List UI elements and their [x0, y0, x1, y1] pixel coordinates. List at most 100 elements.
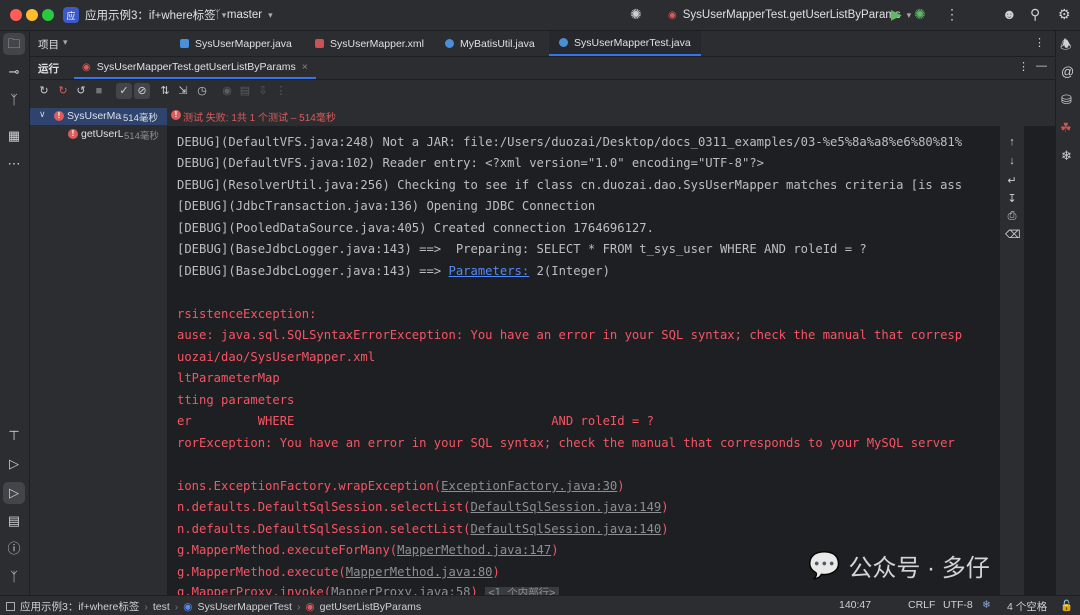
- breadcrumb-project[interactable]: 应用示例3：if+where标签: [20, 599, 139, 614]
- parameters-link[interactable]: Parameters:: [449, 264, 530, 278]
- run-icon[interactable]: ▶: [891, 6, 902, 23]
- watermark: 💬 公众号 · 多仔: [808, 548, 990, 583]
- console-text: ): [617, 479, 625, 493]
- debug-icon[interactable]: ✺: [914, 6, 926, 23]
- pull-request-icon[interactable]: ᛉ: [6, 92, 22, 108]
- camera-icon[interactable]: ◉: [220, 84, 234, 98]
- test-method-name[interactable]: getUserLi: [81, 128, 123, 140]
- test-class-name: SysUserMap: [67, 110, 122, 122]
- arrow-down-icon[interactable]: ↓: [1005, 155, 1019, 167]
- notifications-icon[interactable]: 🕭: [1060, 36, 1072, 58]
- scroll-to-end-icon[interactable]: ↧: [1005, 192, 1019, 205]
- rerun-icon[interactable]: ↻: [37, 84, 51, 98]
- editor-tabs-bar: 项目 ▾ SysUserMapper.java SysUserMapper.xm…: [30, 31, 1055, 57]
- problems-icon[interactable]: ⓘ: [6, 541, 22, 557]
- status-bar: 应用示例3：if+where标签 › test › ◉ SysUserMappe…: [0, 595, 1080, 615]
- tab-sysusermappertest-java[interactable]: SysUserMapperTest.java: [549, 31, 701, 56]
- indent-setting[interactable]: 4 个空格: [1007, 599, 1047, 614]
- add-user-icon[interactable]: ☻: [1002, 6, 1017, 22]
- chevron-right-icon: ›: [174, 600, 179, 613]
- git-icon[interactable]: ᛉ: [6, 569, 22, 585]
- folded-lines-hint[interactable]: <1 个内部行>: [485, 587, 559, 595]
- services-icon[interactable]: ▷: [6, 456, 22, 472]
- close-icon[interactable]: ×: [302, 61, 308, 73]
- cursor-position[interactable]: 140:47: [839, 599, 871, 611]
- gear-icon[interactable]: ⚙: [1058, 6, 1071, 23]
- history-icon[interactable]: ◷: [195, 84, 209, 98]
- print-icon[interactable]: ⎙: [1005, 210, 1019, 223]
- project-tool-label[interactable]: 项目 ▾: [38, 37, 68, 52]
- sort-alpha-icon[interactable]: ⇅: [158, 84, 172, 98]
- console-text: ): [661, 522, 669, 536]
- run-tool-icon[interactable]: ▷: [6, 485, 22, 501]
- stack-frame: g.MapperProxy.invoke(MapperProxy.java:58…: [177, 585, 559, 595]
- soft-wrap-icon[interactable]: ↵: [1005, 174, 1019, 187]
- maven-icon[interactable]: ☘: [1060, 120, 1072, 136]
- run-label: 运行: [38, 63, 59, 75]
- arrow-up-icon[interactable]: ↑: [1005, 136, 1019, 148]
- database-icon[interactable]: ⛁: [1061, 92, 1072, 108]
- tab-sysusermapper-xml[interactable]: SysUserMapper.xml: [305, 31, 434, 56]
- project-name: 应用示例3：if+where标签: [85, 10, 216, 22]
- branch-icon: ᛉ: [214, 9, 221, 21]
- folder-icon[interactable]: 🗀: [6, 36, 22, 52]
- close-window-button[interactable]: [10, 9, 22, 21]
- breadcrumb-test[interactable]: test: [153, 601, 170, 613]
- source-link[interactable]: MapperProxy.java:58: [331, 585, 470, 595]
- console-line: [DEBUG](BaseJdbcLogger.java:143) ==> Par…: [177, 264, 610, 278]
- lock-icon[interactable]: 🔓: [1060, 599, 1073, 612]
- console-line: DEBUG](DefaultVFS.java:102) Reader entry…: [177, 156, 764, 170]
- gradle-icon[interactable]: ❄: [1061, 148, 1072, 164]
- more-icon[interactable]: ⋮: [1018, 60, 1029, 73]
- console-text: n.defaults.DefaultSqlSession.selectList(: [177, 522, 471, 536]
- bug-icon[interactable]: ✺: [630, 6, 642, 23]
- terminal-icon[interactable]: ▤: [6, 513, 22, 529]
- minimize-window-button[interactable]: [26, 9, 38, 21]
- source-link[interactable]: DefaultSqlSession.java:149: [471, 500, 662, 514]
- console-text: [DEBUG](BaseJdbcLogger.java:143) ==>: [177, 264, 449, 278]
- left-tool-strip: 🗀 ⊸ ᛉ ▦ ⋯ ⊤ ▷ ▷ ▤ ⓘ ᛉ: [0, 31, 30, 595]
- console-line: rsistenceException:: [177, 307, 317, 321]
- console-line: [DEBUG](BaseJdbcLogger.java:143) ==> Pre…: [177, 242, 867, 256]
- inspection-icon[interactable]: ❄: [982, 599, 991, 611]
- tab-mybatisutil-java[interactable]: MyBatisUtil.java: [435, 31, 545, 56]
- branch-selector[interactable]: ᛉ master ▾: [214, 6, 273, 24]
- commit-icon[interactable]: ⊸: [6, 64, 22, 80]
- rerun-failed-icon[interactable]: ↻: [56, 84, 70, 98]
- structure-icon[interactable]: ▦: [6, 128, 22, 144]
- source-link[interactable]: DefaultSqlSession.java:140: [471, 522, 662, 536]
- test-tree: ∨ ! SysUserMap 514毫秒 ! getUserLi 514毫秒: [30, 104, 168, 595]
- module-icon: [6, 602, 15, 611]
- more-tools-icon[interactable]: ⋯: [6, 156, 22, 172]
- minimize-icon[interactable]: —: [1036, 60, 1047, 72]
- sort-duration-icon[interactable]: ⇲: [176, 84, 190, 98]
- build-icon[interactable]: ⊤: [6, 428, 22, 444]
- run-config-name: SysUserMapperTest.getUserListByParams: [682, 9, 901, 21]
- breadcrumb-class[interactable]: SysUserMapperTest: [197, 601, 292, 613]
- search-icon[interactable]: ⚲: [1030, 6, 1040, 23]
- trash-icon[interactable]: ⌫: [1005, 228, 1021, 241]
- more-icon[interactable]: ⋮: [274, 84, 288, 98]
- ai-assistant-icon[interactable]: @: [1061, 64, 1074, 79]
- import-icon[interactable]: ⇩: [256, 84, 270, 98]
- zoom-window-button[interactable]: [42, 9, 54, 21]
- run-tab-label: SysUserMapperTest.getUserListByParams: [96, 61, 296, 73]
- source-link[interactable]: ExceptionFactory.java:30: [441, 479, 617, 493]
- line-separator[interactable]: CRLF: [908, 599, 935, 611]
- run-tab[interactable]: ◉ SysUserMapperTest.getUserListByParams …: [74, 57, 316, 79]
- toggle-auto-test-icon[interactable]: ↺: [74, 84, 88, 98]
- chevron-down-icon[interactable]: ∨: [39, 109, 46, 120]
- breadcrumb-method[interactable]: getUserListByParams: [320, 601, 422, 613]
- export-icon[interactable]: ▤: [238, 84, 252, 98]
- console-output[interactable]: DEBUG](DefaultVFS.java:248) Not a JAR: f…: [167, 126, 1000, 595]
- source-link[interactable]: MapperMethod.java:80: [346, 565, 493, 579]
- tab-sysusermapper-java[interactable]: SysUserMapper.java: [170, 31, 302, 56]
- more-icon[interactable]: ⋮: [945, 6, 959, 23]
- chevron-down-icon: ▾: [63, 37, 68, 47]
- source-link[interactable]: MapperMethod.java:147: [397, 543, 551, 557]
- run-config-selector[interactable]: ◉ SysUserMapperTest.getUserListByParams …: [668, 6, 911, 24]
- more-tabs-icon[interactable]: ⋮: [1034, 36, 1045, 49]
- project-selector[interactable]: 应 应用示例3：if+where标签 ▾: [63, 6, 226, 24]
- stop-icon[interactable]: ■: [92, 84, 106, 98]
- file-encoding[interactable]: UTF-8: [943, 599, 973, 611]
